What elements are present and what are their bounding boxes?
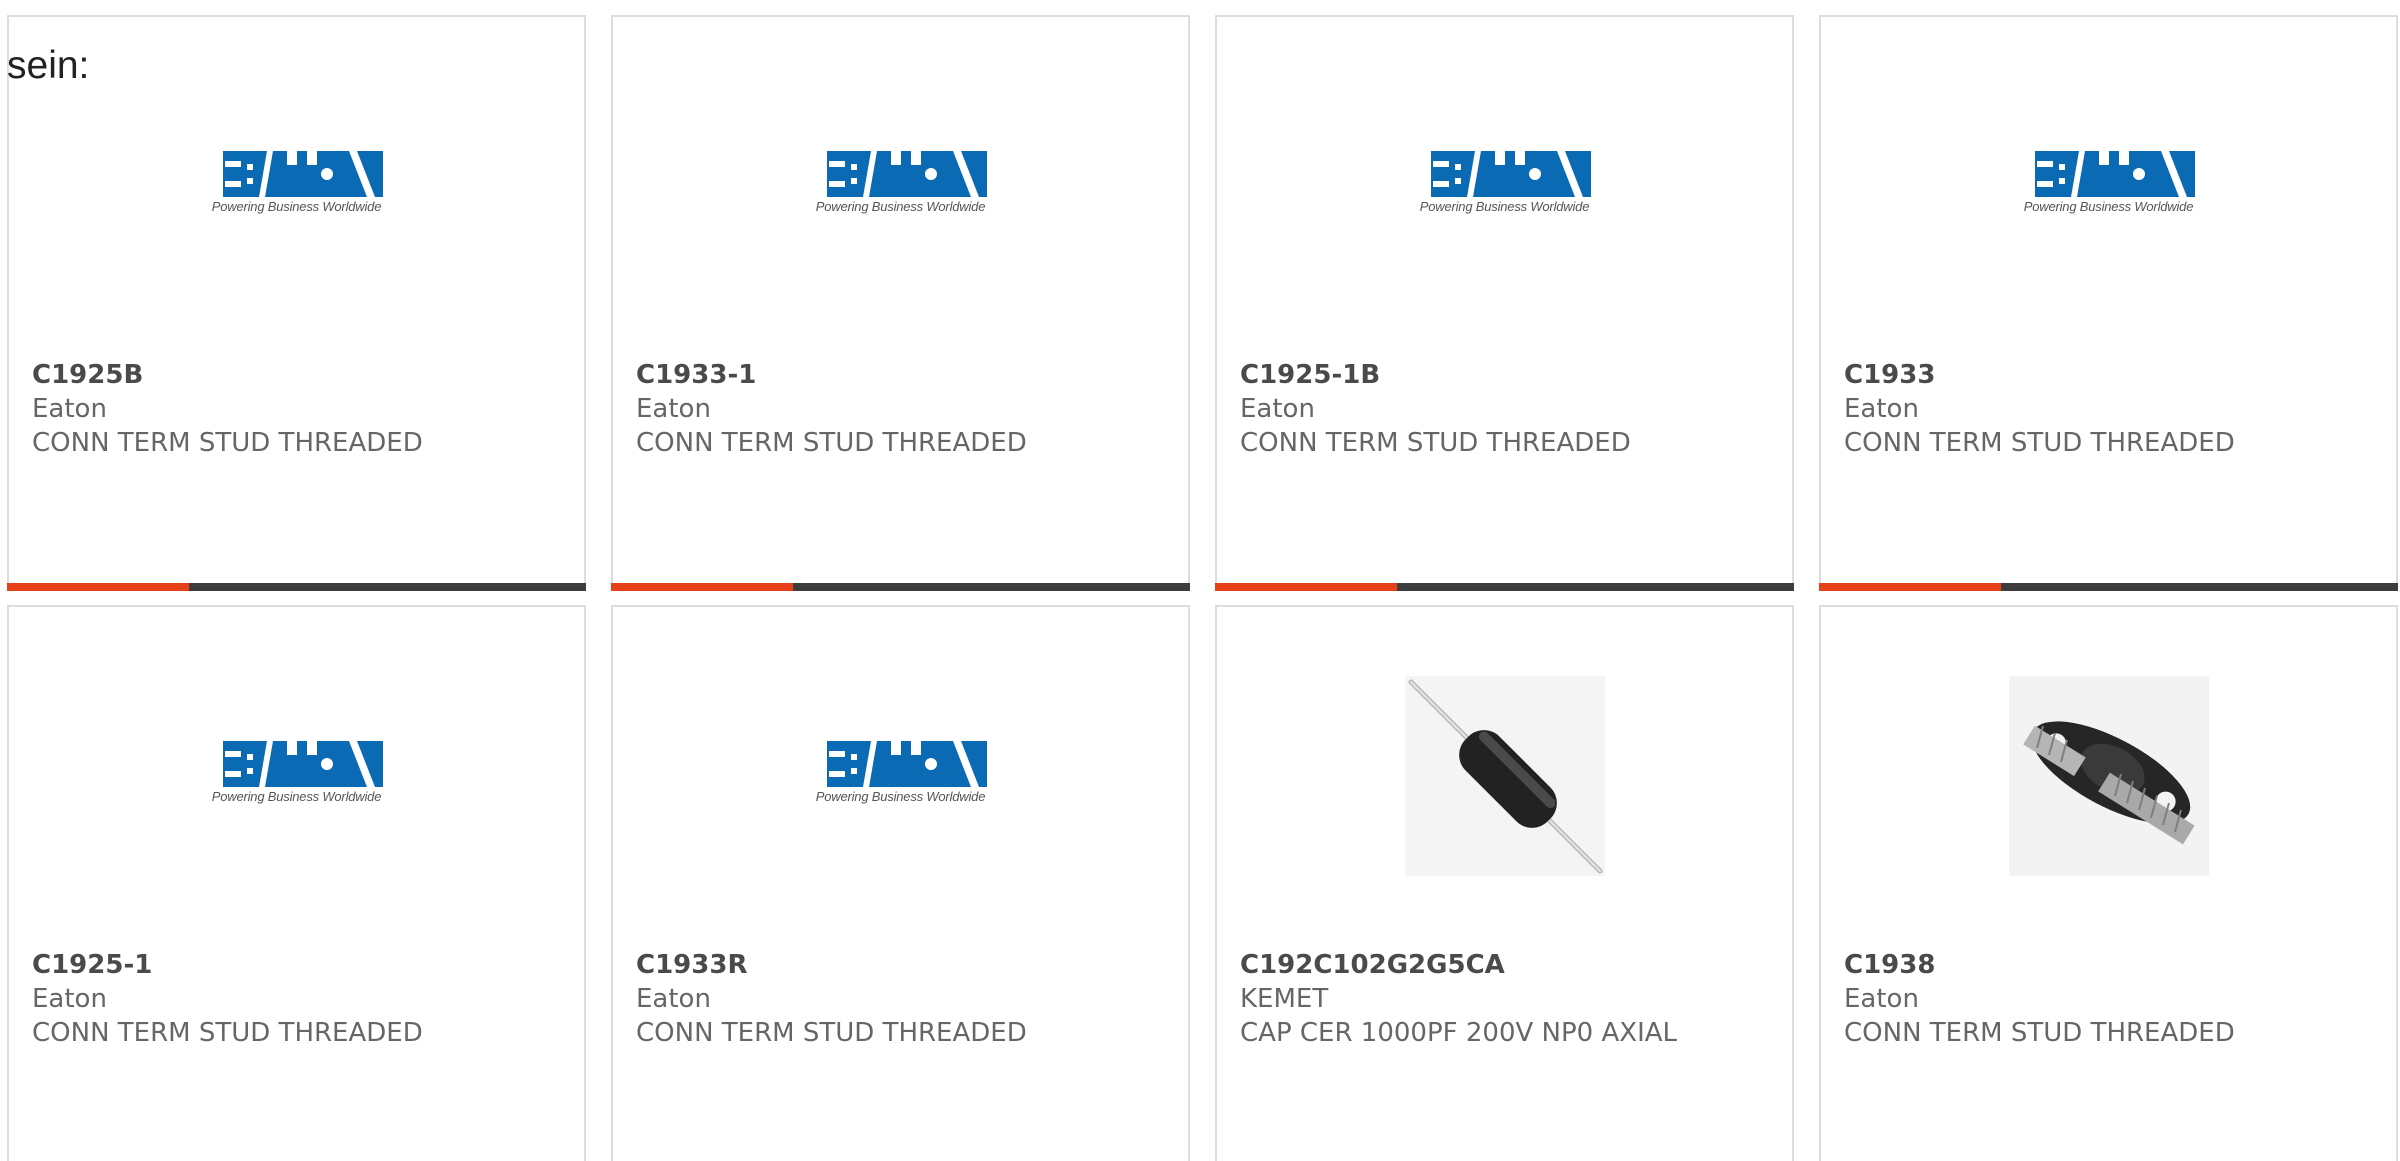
eaton-logo: Powering Business Worldwide [1404, 151, 1605, 221]
card-progress-bar [1215, 583, 1794, 591]
card-bar-accent [1819, 583, 2002, 591]
product-description: CONN TERM STUD THREADED [32, 1018, 423, 1048]
part-number[interactable]: C1933R [636, 948, 1178, 982]
manufacturer: Eaton [1240, 394, 1315, 424]
product-image[interactable] [1404, 676, 1605, 876]
logo-tagline: Powering Business Worldwide [815, 199, 986, 214]
part-number[interactable]: C1925-1 [32, 948, 574, 982]
product-card[interactable]: C192C102G2G5CA KEMET CAP CER 1000PF 200V… [1215, 605, 1794, 1161]
product-photo [1404, 676, 1605, 876]
product-grid: Powering Business Worldwide C1925B Eaton… [7, 15, 2398, 1161]
product-card[interactable]: C1938 Eaton CONN TERM STUD THREADED [1819, 605, 2398, 1161]
product-image[interactable]: Powering Business Worldwide [800, 676, 1001, 876]
product-card[interactable]: Powering Business Worldwide C1933-1 Eato… [611, 15, 1190, 591]
card-progress-bar [1819, 583, 2398, 591]
part-number[interactable]: C1925-1B [1240, 358, 1782, 392]
part-number[interactable]: C1933-1 [636, 358, 1178, 392]
product-info: C192C102G2G5CA KEMET CAP CER 1000PF 200V… [1240, 948, 1782, 1050]
product-description: CONN TERM STUD THREADED [1844, 428, 2235, 458]
logo-tagline: Powering Business Worldwide [211, 199, 382, 214]
product-image[interactable]: Powering Business Worldwide [196, 86, 397, 286]
logo-tagline: Powering Business Worldwide [815, 789, 986, 804]
product-description: CONN TERM STUD THREADED [1844, 1018, 2235, 1048]
page: sein: Powering Business Worldwide C1925B… [0, 0, 2400, 1161]
eaton-wordmark-icon [800, 151, 1001, 197]
card-progress-bar [611, 583, 1190, 591]
logo-tagline: Powering Business Worldwide [2023, 199, 2194, 214]
product-info: C1925-1B Eaton CONN TERM STUD THREADED [1240, 358, 1782, 460]
eaton-wordmark-icon [196, 151, 397, 197]
product-info: C1933 Eaton CONN TERM STUD THREADED [1844, 358, 2386, 460]
product-card[interactable]: Powering Business Worldwide C1925B Eaton… [7, 15, 586, 591]
manufacturer: Eaton [32, 394, 107, 424]
product-image[interactable]: Powering Business Worldwide [196, 676, 397, 876]
eaton-wordmark-icon [1404, 151, 1605, 197]
product-image[interactable]: Powering Business Worldwide [2008, 86, 2209, 286]
logo-tagline: Powering Business Worldwide [1419, 199, 1590, 214]
part-number[interactable]: C192C102G2G5CA [1240, 948, 1782, 982]
product-description: CONN TERM STUD THREADED [636, 1018, 1027, 1048]
card-bar-accent [1215, 583, 1398, 591]
product-card[interactable]: Powering Business Worldwide C1933 Eaton … [1819, 15, 2398, 591]
product-info: C1925-1 Eaton CONN TERM STUD THREADED [32, 948, 574, 1050]
eaton-logo: Powering Business Worldwide [800, 741, 1001, 811]
axial-capacitor-icon [1404, 676, 1605, 876]
manufacturer: Eaton [1844, 394, 1919, 424]
terminal-stud-icon [2008, 676, 2209, 876]
eaton-wordmark-icon [196, 741, 397, 787]
part-number[interactable]: C1933 [1844, 358, 2386, 392]
product-info: C1933-1 Eaton CONN TERM STUD THREADED [636, 358, 1178, 460]
manufacturer: Eaton [636, 394, 711, 424]
manufacturer: KEMET [1240, 984, 1329, 1014]
product-photo [2008, 676, 2209, 876]
manufacturer: Eaton [636, 984, 711, 1014]
product-card[interactable]: Powering Business Worldwide C1925-1 Eato… [7, 605, 586, 1161]
product-image[interactable]: Powering Business Worldwide [800, 86, 1001, 286]
product-image[interactable] [2008, 676, 2209, 876]
eaton-logo: Powering Business Worldwide [196, 741, 397, 811]
eaton-wordmark-icon [2008, 151, 2209, 197]
part-number[interactable]: C1938 [1844, 948, 2386, 982]
product-description: CONN TERM STUD THREADED [32, 428, 423, 458]
card-progress-bar [7, 583, 586, 591]
eaton-logo: Powering Business Worldwide [800, 151, 1001, 221]
product-description: CONN TERM STUD THREADED [636, 428, 1027, 458]
eaton-logo: Powering Business Worldwide [196, 151, 397, 221]
product-info: C1938 Eaton CONN TERM STUD THREADED [1844, 948, 2386, 1050]
card-bar-accent [611, 583, 794, 591]
card-bar-accent [7, 583, 190, 591]
product-description: CAP CER 1000PF 200V NP0 AXIAL [1240, 1018, 1678, 1048]
manufacturer: Eaton [32, 984, 107, 1014]
product-card[interactable]: Powering Business Worldwide C1925-1B Eat… [1215, 15, 1794, 591]
logo-tagline: Powering Business Worldwide [211, 789, 382, 804]
part-number[interactable]: C1925B [32, 358, 574, 392]
product-info: C1933R Eaton CONN TERM STUD THREADED [636, 948, 1178, 1050]
eaton-logo: Powering Business Worldwide [2008, 151, 2209, 221]
intro-text: sein: [7, 44, 90, 87]
product-description: CONN TERM STUD THREADED [1240, 428, 1631, 458]
product-image[interactable]: Powering Business Worldwide [1404, 86, 1605, 286]
product-card[interactable]: Powering Business Worldwide C1933R Eaton… [611, 605, 1190, 1161]
product-info: C1925B Eaton CONN TERM STUD THREADED [32, 358, 574, 460]
manufacturer: Eaton [1844, 984, 1919, 1014]
eaton-wordmark-icon [800, 741, 1001, 787]
